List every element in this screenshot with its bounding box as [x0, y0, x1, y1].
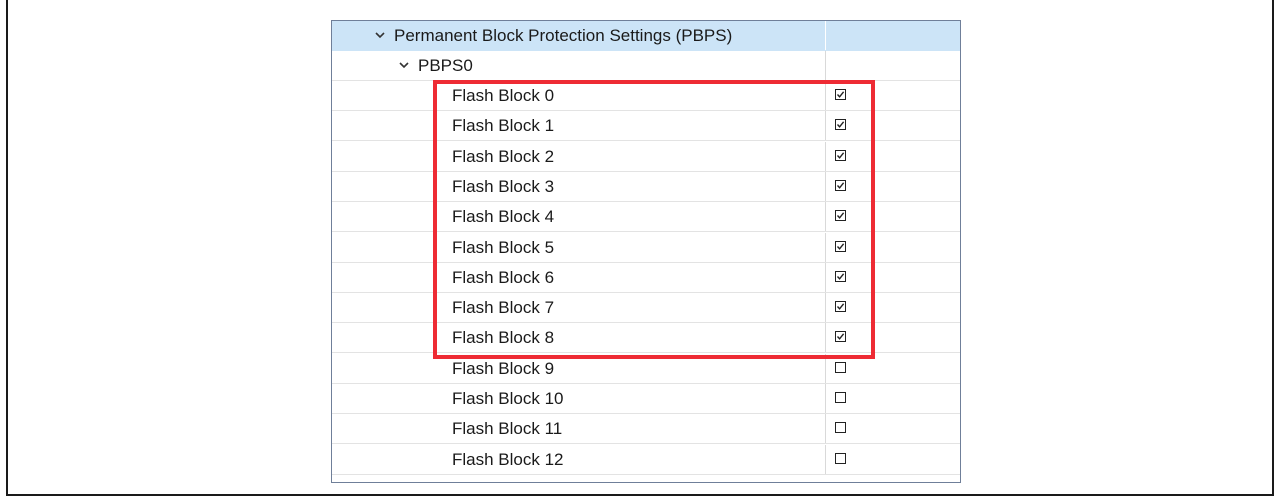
checkbox-icon[interactable]: [835, 361, 846, 373]
flash-block-row[interactable]: Flash Block 1: [332, 111, 960, 142]
flash-block-row[interactable]: Flash Block 3: [332, 171, 960, 202]
column-divider: [825, 232, 826, 262]
column-divider: [825, 262, 826, 292]
checkbox-icon[interactable]: [835, 392, 846, 403]
column-divider: [825, 21, 826, 50]
section-label: Permanent Block Protection Settings (PBP…: [394, 26, 733, 45]
flash-block-label: Flash Block 1: [452, 116, 555, 136]
tree-row-pbps[interactable]: Permanent Block Protection Settings (PBP…: [332, 21, 960, 51]
flash-block-label: Flash Block 11: [452, 419, 563, 439]
flash-block-row[interactable]: Flash Block 12: [332, 444, 960, 475]
column-divider: [825, 444, 826, 474]
property-tree: Permanent Block Protection Settings (PBP…: [331, 20, 961, 483]
column-divider: [825, 141, 826, 171]
column-divider: [825, 353, 826, 383]
group-label: PBPS0: [418, 56, 473, 75]
checkbox-icon[interactable]: [835, 270, 846, 282]
column-divider: [825, 111, 826, 141]
flash-block-row[interactable]: Flash Block 6: [332, 262, 960, 293]
checkbox-icon[interactable]: [835, 452, 846, 464]
checkbox-icon[interactable]: [835, 119, 846, 131]
tree-row-pbps0[interactable]: PBPS0: [332, 51, 960, 81]
checkbox-icon[interactable]: [835, 331, 846, 343]
flash-block-label: Flash Block 7: [452, 298, 555, 318]
flash-block-row[interactable]: Flash Block 7: [332, 293, 960, 324]
column-divider: [825, 51, 826, 80]
flash-block-label: Flash Block 10: [452, 389, 564, 408]
column-divider: [825, 81, 826, 110]
chevron-down-icon[interactable]: [374, 29, 386, 41]
flash-block-row[interactable]: Flash Block 10: [332, 384, 960, 414]
flash-block-row[interactable]: Flash Block 9: [332, 353, 960, 384]
column-divider: [825, 384, 826, 413]
column-divider: [825, 202, 826, 232]
checkbox-icon[interactable]: [835, 240, 846, 252]
flash-block-label: Flash Block 9: [452, 358, 555, 378]
flash-block-label: Flash Block 3: [452, 176, 555, 196]
flash-block-label: Flash Block 5: [452, 237, 555, 257]
checkbox-icon[interactable]: [835, 210, 846, 222]
flash-block-label: Flash Block 12: [452, 449, 564, 469]
flash-block-label: Flash Block 0: [452, 86, 555, 105]
flash-block-label: Flash Block 6: [452, 267, 555, 287]
checkbox-icon[interactable]: [835, 422, 846, 434]
flash-block-row[interactable]: Flash Block 4: [332, 202, 960, 233]
column-divider: [825, 414, 826, 444]
checkbox-icon[interactable]: [835, 89, 846, 100]
flash-block-row[interactable]: Flash Block 8: [332, 323, 960, 354]
flash-block-row[interactable]: Flash Block 5: [332, 232, 960, 263]
checkbox-icon[interactable]: [835, 301, 846, 313]
flash-block-label: Flash Block 4: [452, 207, 555, 227]
chevron-down-icon[interactable]: [398, 59, 410, 71]
flash-block-label: Flash Block 8: [452, 328, 555, 348]
column-divider: [825, 171, 826, 201]
column-divider: [825, 323, 826, 353]
flash-block-row[interactable]: Flash Block 11: [332, 414, 960, 445]
column-divider: [825, 293, 826, 323]
checkbox-icon[interactable]: [835, 179, 846, 191]
checkbox-icon[interactable]: [835, 149, 846, 161]
flash-block-row[interactable]: Flash Block 0: [332, 81, 960, 111]
flash-block-row[interactable]: Flash Block 2: [332, 141, 960, 172]
flash-block-label: Flash Block 2: [452, 146, 555, 166]
